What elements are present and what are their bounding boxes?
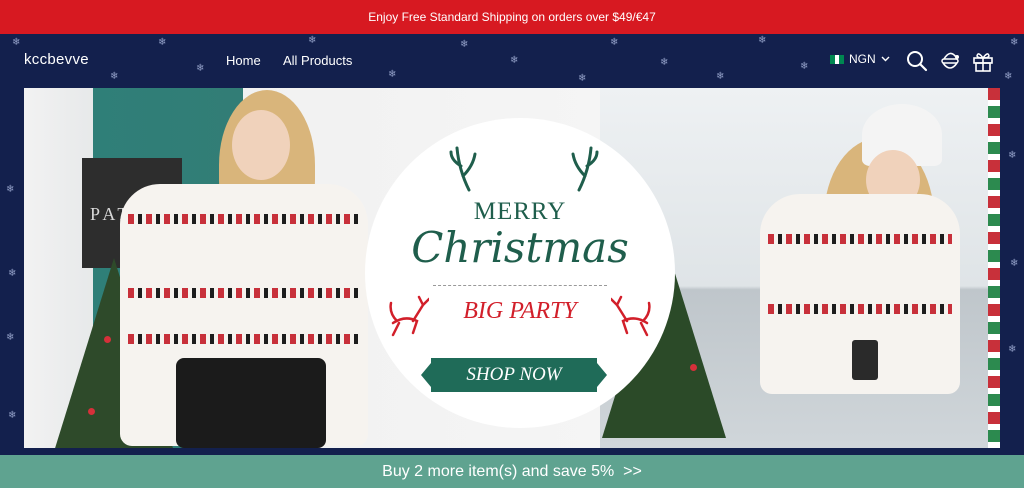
snowflake-icon: ❄ bbox=[110, 71, 119, 82]
santa-cart-icon bbox=[941, 52, 959, 69]
snowflake-icon: ❄ bbox=[6, 332, 15, 343]
announcement-bar: Enjoy Free Standard Shipping on orders o… bbox=[0, 0, 1024, 34]
nav-all-products[interactable]: All Products bbox=[283, 53, 352, 68]
chevron-down-icon bbox=[881, 56, 890, 62]
bundle-promo-bar[interactable]: Buy 2 more item(s) and save 5% >> bbox=[0, 455, 1024, 488]
snowflake-icon: ❄ bbox=[308, 35, 317, 46]
snowflake-icon: ❄ bbox=[1010, 258, 1019, 269]
divider bbox=[433, 285, 607, 286]
snowflake-icon: ❄ bbox=[460, 39, 469, 50]
snowflake-icon: ❄ bbox=[8, 410, 17, 421]
ribbon-tail-left bbox=[421, 363, 431, 387]
shop-now-label: SHOP NOW bbox=[466, 364, 562, 385]
headline-christmas: Christmas bbox=[411, 223, 629, 272]
snowflake-icon: ❄ bbox=[578, 73, 587, 84]
subheadline-big-party: BIG PARTY bbox=[463, 298, 577, 324]
ornament bbox=[88, 408, 95, 415]
hero-banner[interactable]: PATA MERRY Christmas BIG PARTY SHOP NOW bbox=[24, 88, 1000, 448]
announcement-text: Enjoy Free Standard Shipping on orders o… bbox=[368, 10, 656, 24]
ornament bbox=[690, 364, 697, 371]
snowflake-icon: ❄ bbox=[800, 61, 809, 72]
snowflake-icon: ❄ bbox=[158, 37, 167, 48]
snowflake-icon: ❄ bbox=[1008, 150, 1017, 161]
snowflake-icon: ❄ bbox=[1004, 71, 1013, 82]
snowflake-icon: ❄ bbox=[8, 268, 17, 279]
antlers-icon bbox=[449, 146, 599, 192]
snowflake-icon: ❄ bbox=[388, 69, 397, 80]
ribbon-tail-right bbox=[597, 363, 607, 387]
header: ❄ ❄ ❄ ❄ ❄ ❄ ❄ ❄ ❄ ❄ ❄ ❄ ❄ ❄ ❄ ❄ kccbevve… bbox=[0, 34, 1024, 88]
promo-circle: MERRY Christmas BIG PARTY SHOP NOW bbox=[365, 118, 675, 428]
ornament bbox=[104, 336, 111, 343]
snowflake-icon: ❄ bbox=[510, 55, 519, 66]
currency-selector[interactable]: NGN bbox=[830, 52, 890, 66]
nigeria-flag-icon bbox=[830, 54, 845, 64]
promo-text: Buy 2 more item(s) and save 5% >> bbox=[382, 462, 642, 480]
snowflake-icon: ❄ bbox=[716, 71, 725, 82]
currency-code: NGN bbox=[849, 52, 876, 66]
snowflake-icon: ❄ bbox=[12, 37, 21, 48]
snowflake-icon: ❄ bbox=[1010, 37, 1019, 48]
snowflake-icon: ❄ bbox=[610, 37, 619, 48]
headline-merry: MERRY bbox=[473, 198, 567, 225]
nav-home[interactable]: Home bbox=[226, 53, 261, 68]
snowflake-icon: ❄ bbox=[660, 57, 669, 68]
site-logo[interactable]: kccbevve bbox=[24, 51, 89, 68]
snowflake-icon: ❄ bbox=[196, 63, 205, 74]
search-button[interactable] bbox=[905, 49, 929, 73]
search-icon bbox=[907, 51, 928, 72]
gift-button[interactable] bbox=[971, 49, 995, 73]
gift-icon bbox=[973, 53, 993, 72]
snowflake-icon: ❄ bbox=[6, 184, 15, 195]
candy-stripe-border bbox=[988, 88, 1000, 448]
snowflake-icon: ❄ bbox=[1008, 344, 1017, 355]
snowflake-icon: ❄ bbox=[758, 35, 767, 46]
shop-now-button[interactable]: SHOP NOW bbox=[421, 358, 607, 392]
cart-button[interactable] bbox=[938, 49, 962, 73]
